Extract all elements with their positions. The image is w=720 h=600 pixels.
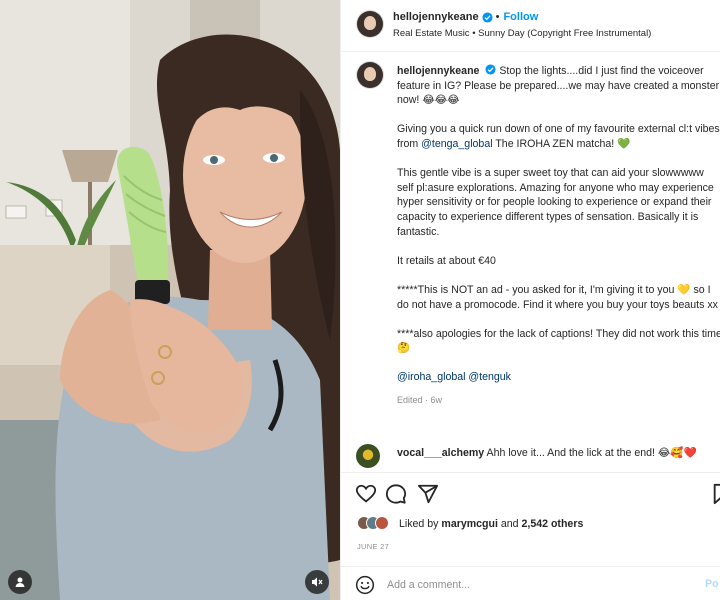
likes-prefix: Liked by [399,518,442,530]
action-bar [341,472,720,512]
commenter-avatar[interactable] [356,444,380,468]
post-header: hellojennykeane • Follow Real Estate Mus… [341,0,720,52]
post-sidebar: hellojennykeane • Follow Real Estate Mus… [340,0,720,600]
liked-by-avatars[interactable] [357,516,397,532]
tagged-users-button[interactable] [8,570,32,594]
comment-row: vocal___alchemy Ahh love it... And the l… [341,441,720,471]
liker-avatar [375,516,389,530]
caption-paragraph-4: It retails at about €40 [397,254,496,267]
muted-speaker-icon [312,577,323,587]
caption-paragraph-3: This gentle vibe is a super sweet toy th… [397,167,714,238]
caption-tag-links[interactable]: @iroha_global @tenguk [397,370,720,385]
mute-toggle-button[interactable] [305,570,329,594]
post-date: JUNE 27 [357,542,390,551]
caption-paragraph-1: hellojennykeane Stop the lights....did I… [397,64,720,108]
add-comment-bar: Po [341,566,720,600]
comment-bubble-icon[interactable] [385,483,407,505]
post-comment-button[interactable]: Po [705,578,719,590]
commenter-username[interactable]: vocal___alchemy [397,447,484,459]
caption-paragraph-5: *****This is NOT an ad - you asked for i… [397,283,718,311]
post-media[interactable] [0,0,340,600]
caption-body: hellojennykeane Stop the lights....did I… [397,64,720,408]
separator-dot: • [495,11,500,23]
caption-author-avatar[interactable] [357,62,383,88]
bookmark-icon[interactable] [711,483,720,505]
author-avatar[interactable] [357,11,383,37]
liker-username[interactable]: marymcgui [441,518,498,530]
caption-text-segment: The IROHA ZEN matcha! 💚 [492,137,631,150]
video-frame-image [0,0,340,600]
comment-text: Ahh love it... And the lick at the end! … [486,447,697,459]
likes-summary: Liked by marymcgui and 2,542 others [341,512,720,536]
likes-conjunction: and [497,518,522,530]
paper-plane-icon[interactable] [417,483,439,505]
comment-body: vocal___alchemy Ahh love it... And the l… [397,446,697,459]
caption-username[interactable]: hellojennykeane [397,65,479,77]
verified-badge-icon [485,64,496,75]
smiley-icon[interactable] [355,575,375,595]
author-username[interactable]: hellojennykeane [393,11,479,23]
caption-paragraph-6: ****also apologies for the lack of capti… [397,327,720,355]
verified-badge-icon [482,11,493,23]
likes-count[interactable]: 2,542 others [522,518,584,530]
audio-track-link[interactable]: Real Estate Music • Sunny Day (Copyright… [393,28,651,39]
author-line: hellojennykeane • Follow [393,11,538,23]
follow-button[interactable]: Follow [503,11,538,23]
edited-timestamp: Edited · 6w [397,395,443,406]
mention-link[interactable]: @tenga_global [421,138,492,150]
likes-text: Liked by marymcgui and 2,542 others [399,518,583,530]
heart-icon[interactable] [355,483,377,505]
comment-input[interactable] [387,575,687,595]
caption-paragraph-2: Giving you a quick run down of one of my… [397,122,720,151]
user-tag-icon [15,577,25,587]
